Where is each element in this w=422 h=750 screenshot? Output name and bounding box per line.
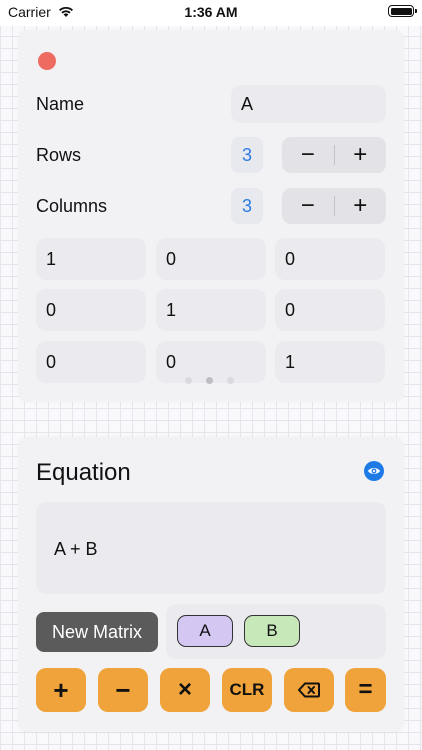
name-value: A xyxy=(241,93,254,114)
matrix-chip-bar: A B xyxy=(166,604,386,659)
eye-icon[interactable] xyxy=(364,461,384,481)
name-input[interactable]: A xyxy=(231,85,386,123)
matrix-cell-r3c3[interactable]: 1 xyxy=(275,341,385,383)
rows-stepper[interactable]: − + xyxy=(282,137,386,173)
columns-count: 3 xyxy=(231,188,263,224)
matrix-cell-r2c2[interactable]: 1 xyxy=(156,289,266,331)
equals-key[interactable]: = xyxy=(345,668,386,712)
clear-key[interactable]: CLR xyxy=(222,668,272,712)
plus-key[interactable]: + xyxy=(36,668,86,712)
status-time: 1:36 AM xyxy=(184,4,238,20)
matrix-cell-r2c1[interactable]: 0 xyxy=(36,289,146,331)
page-dot[interactable] xyxy=(185,377,192,384)
page-dot[interactable] xyxy=(227,377,234,384)
backspace-icon xyxy=(298,682,320,698)
eye-glyph xyxy=(368,468,380,474)
page-dot-current[interactable] xyxy=(206,377,213,384)
close-dot-icon[interactable] xyxy=(38,52,56,70)
page-indicator[interactable] xyxy=(185,377,234,384)
equation-card: Equation A + B New Matrix A B + − × CLR … xyxy=(18,437,404,732)
columns-label: Columns xyxy=(36,196,108,216)
equation-display[interactable]: A + B xyxy=(36,502,386,594)
backspace-key[interactable] xyxy=(284,668,334,712)
matrix-cell-r1c2[interactable]: 0 xyxy=(156,238,266,280)
matrix-cell-r1c1[interactable]: 1 xyxy=(36,238,146,280)
rows-label: Rows xyxy=(36,145,82,165)
matrix-chip-a[interactable]: A xyxy=(177,615,233,647)
columns-decrement-button[interactable]: − xyxy=(282,188,334,224)
matrix-editor-card: Name A Rows 3 − + Columns 3 − + 1 0 0 0 … xyxy=(18,30,404,402)
matrix-cell-r3c1[interactable]: 0 xyxy=(36,341,146,383)
columns-stepper[interactable]: − + xyxy=(282,188,386,224)
matrix-chip-b[interactable]: B xyxy=(244,615,300,647)
name-label: Name xyxy=(36,94,85,114)
equation-expression: A + B xyxy=(54,539,98,559)
rows-decrement-button[interactable]: − xyxy=(282,137,334,173)
rows-increment-button[interactable]: + xyxy=(335,137,387,173)
status-bar: Carrier 1:36 AM xyxy=(0,0,422,26)
matrix-cell-r2c3[interactable]: 0 xyxy=(275,289,385,331)
new-matrix-button[interactable]: New Matrix xyxy=(36,612,158,652)
equation-title: Equation xyxy=(36,459,131,486)
battery-icon xyxy=(388,5,417,17)
rows-count: 3 xyxy=(231,137,263,173)
minus-key[interactable]: − xyxy=(98,668,148,712)
matrix-cell-r1c3[interactable]: 0 xyxy=(275,238,385,280)
columns-increment-button[interactable]: + xyxy=(335,188,387,224)
multiply-key[interactable]: × xyxy=(160,668,210,712)
